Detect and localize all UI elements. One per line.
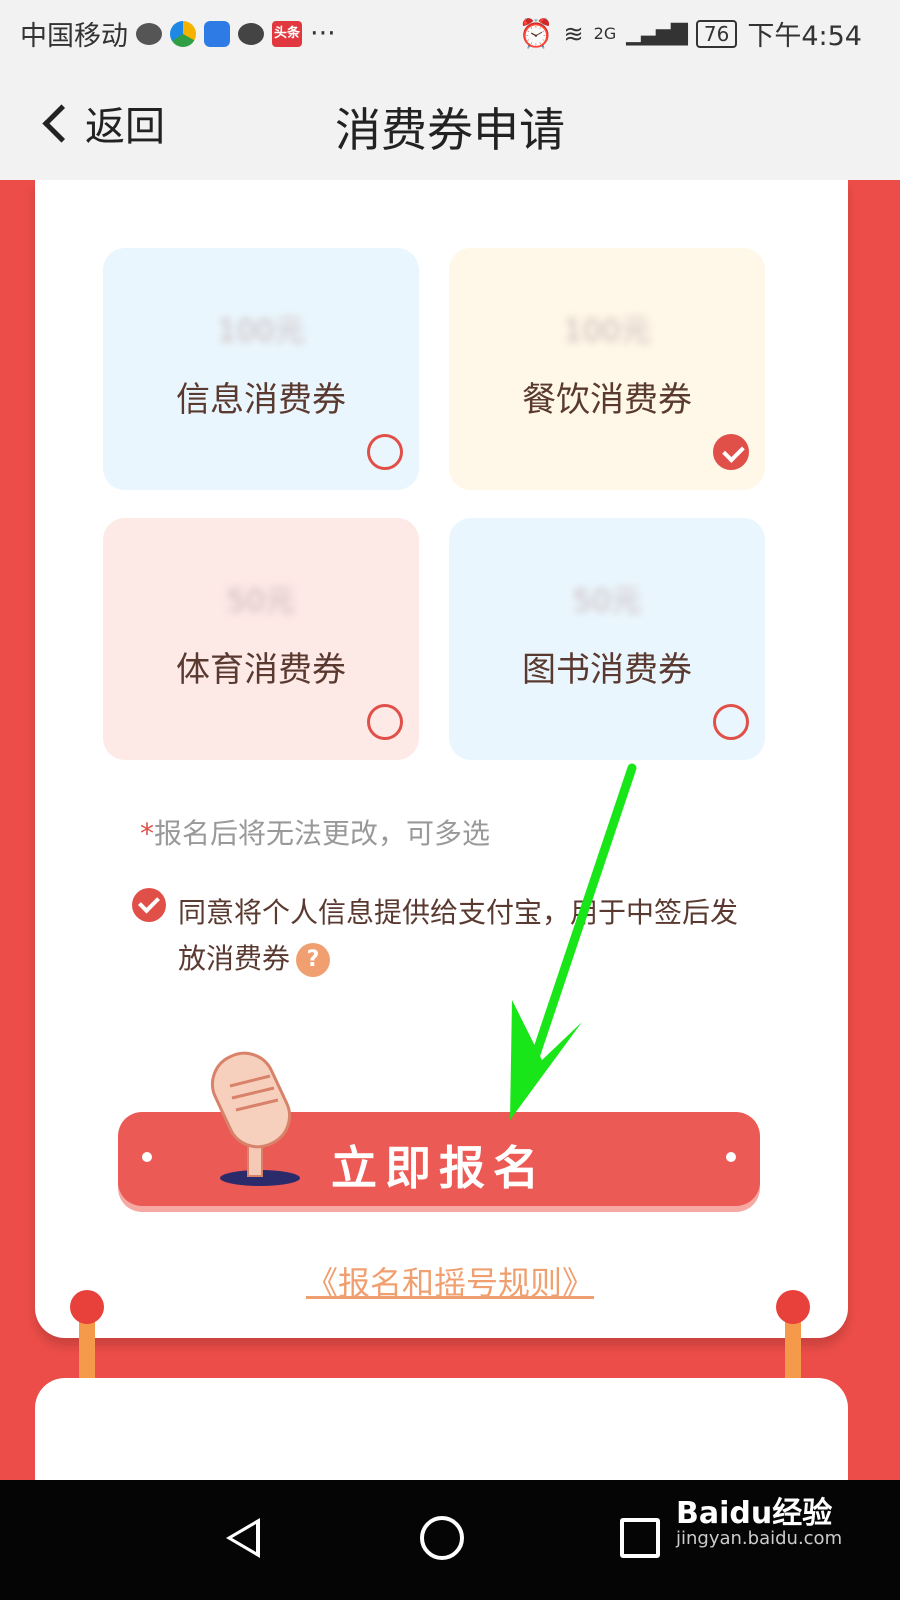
- status-bar-left: 中国移动 头条 ···: [20, 14, 336, 53]
- baidu-watermark: Baidu经验: [676, 1496, 833, 1531]
- required-star: *: [140, 817, 154, 850]
- wechat-icon: [238, 22, 264, 45]
- voucher-radio[interactable]: [367, 704, 403, 740]
- green-arrow-annotation: [510, 763, 637, 1120]
- voucher-radio[interactable]: [713, 704, 749, 740]
- app-header: 返回 消费券申请: [0, 62, 900, 180]
- network-type-label: 2G: [593, 24, 617, 43]
- voucher-radio[interactable]: [367, 434, 403, 470]
- page-title: 消费券申请: [335, 103, 565, 157]
- ring-cap: [70, 1290, 104, 1324]
- carrier-label: 中国移动: [20, 21, 128, 52]
- voucher-amount: 100元: [563, 314, 651, 349]
- voucher-books[interactable]: 50元 图书消费券: [449, 518, 765, 760]
- voucher-radio-checked[interactable]: [713, 434, 749, 470]
- voucher-info[interactable]: 100元 信息消费券: [103, 248, 419, 490]
- voucher-name: 体育消费券: [176, 650, 346, 690]
- wifi-icon: ≋: [563, 19, 584, 48]
- voucher-dining[interactable]: 100元 餐饮消费券: [449, 248, 765, 490]
- message-icon: [136, 22, 162, 45]
- app-icon: [204, 20, 230, 47]
- nav-home-icon[interactable]: [420, 1516, 464, 1560]
- browser-icon: [170, 20, 196, 47]
- note-text: 报名后将无法更改，可多选: [154, 817, 491, 850]
- toutiao-icon: 头条: [272, 20, 302, 47]
- voucher-amount: 50元: [572, 584, 642, 619]
- agreement-text: 同意将个人信息提供给支付宝，用于中签后发放消费券: [178, 896, 739, 975]
- alarm-icon: ⏰: [518, 17, 554, 50]
- voucher-name: 餐饮消费券: [522, 380, 692, 420]
- voucher-amount: 100元: [217, 314, 305, 349]
- selection-note: *报名后将无法更改，可多选: [140, 812, 490, 852]
- agreement-checkbox[interactable]: [132, 888, 166, 922]
- rules-link[interactable]: 《报名和摇号规则》: [0, 1258, 900, 1304]
- nav-recent-apps-icon[interactable]: [620, 1518, 660, 1558]
- ring-cap: [776, 1290, 810, 1324]
- voucher-amount: 50元: [226, 584, 296, 619]
- status-bar: 中国移动 头条 ··· ⏰ ≋ 2G ▁▃▅▇ 76 下午4:54: [0, 0, 900, 62]
- voucher-sports[interactable]: 50元 体育消费券: [103, 518, 419, 760]
- clock: 下午4:54: [747, 21, 862, 52]
- baidu-watermark-url: jingyan.baidu.com: [676, 1528, 843, 1549]
- microphone-icon: [210, 1051, 300, 1186]
- battery-icon: 76: [695, 19, 738, 48]
- help-icon[interactable]: ?: [296, 943, 331, 977]
- more-notifications-icon: ···: [310, 18, 336, 49]
- nav-back-icon[interactable]: [226, 1518, 260, 1558]
- agreement-text-block: 同意将个人信息提供给支付宝，用于中签后发放消费券?: [178, 890, 758, 982]
- signal-icon: ▁▃▅▇: [626, 21, 688, 46]
- voucher-name: 图书消费券: [522, 650, 692, 690]
- voucher-name: 信息消费券: [176, 380, 346, 420]
- status-bar-right: ⏰ ≋ 2G ▁▃▅▇ 76 下午4:54: [519, 14, 862, 53]
